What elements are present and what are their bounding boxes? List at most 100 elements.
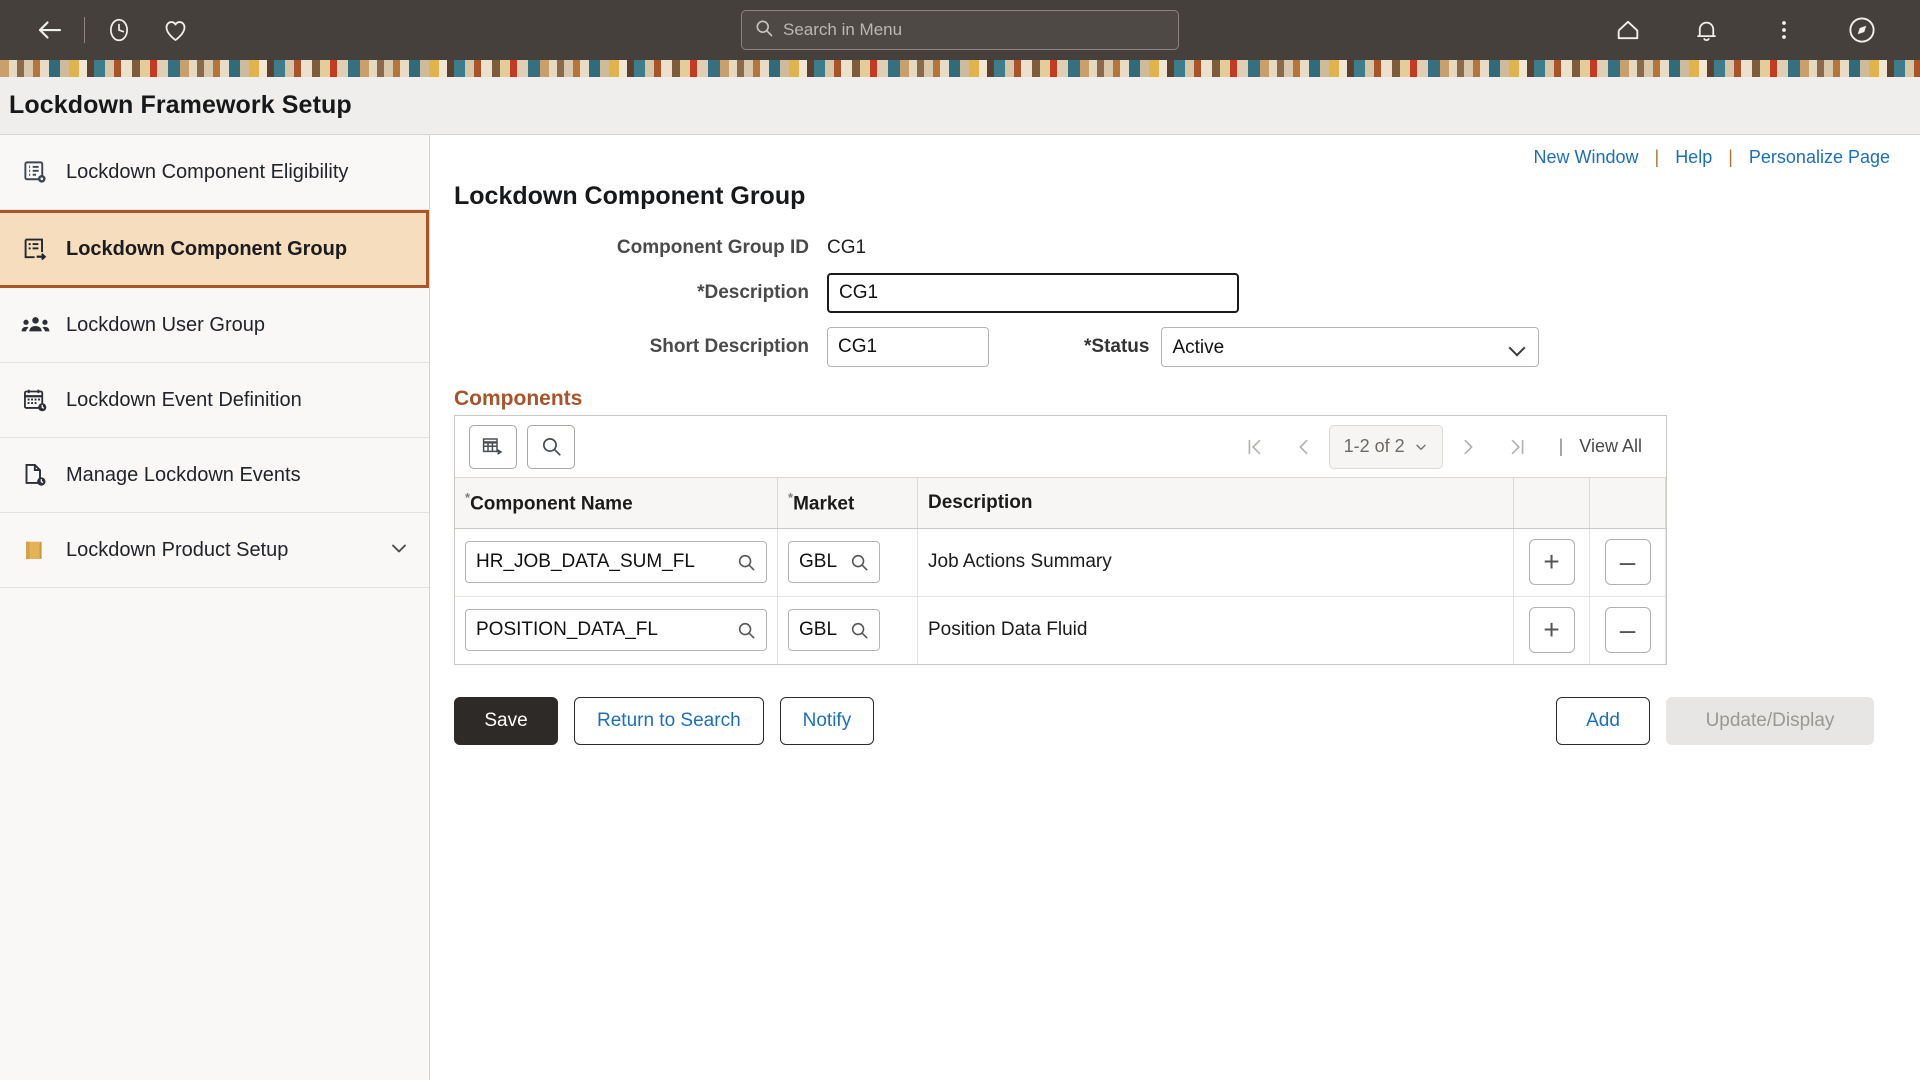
section-title: Lockdown Component Group	[454, 182, 1920, 211]
component-name-lookup[interactable]	[465, 541, 767, 583]
home-icon[interactable]	[1600, 7, 1656, 53]
pager-divider: |	[1559, 436, 1564, 457]
column-label: Market	[793, 493, 854, 514]
column-label: Description	[928, 492, 1033, 513]
sidebar-item-label: Manage Lockdown Events	[66, 464, 301, 487]
grid-caption: Components	[454, 387, 1667, 411]
main-content: New Window | Help | Personalize Page Loc…	[430, 135, 1920, 1080]
sidebar-item-label: Lockdown Component Group	[66, 238, 347, 261]
component-name-input[interactable]	[466, 619, 734, 641]
new-window-link[interactable]: New Window	[1533, 147, 1638, 168]
cell-description: Job Actions Summary	[918, 528, 1514, 596]
table-body: Job Actions Summary + –	[455, 528, 1666, 664]
cell-market	[778, 528, 918, 596]
action-button-bar: Save Return to Search Notify Add Update/…	[454, 697, 1874, 745]
last-page-icon[interactable]	[1493, 427, 1543, 467]
status-select[interactable]: ActiveInactive	[1161, 327, 1539, 367]
field-row-short-description-status: Short Description *Status ActiveInactive	[430, 327, 1920, 367]
compass-nav-icon[interactable]	[1834, 7, 1890, 53]
sidebar-item-lockdown-user-group[interactable]: Lockdown User Group	[0, 288, 429, 363]
sidebar-nav: Lockdown Component Eligibility Lockdown …	[0, 135, 430, 1080]
column-label: Component Name	[470, 493, 633, 514]
page-action-links: New Window | Help | Personalize Page	[430, 135, 1920, 168]
return-to-search-button[interactable]: Return to Search	[574, 697, 764, 745]
page-range-label: 1-2 of 2	[1344, 436, 1405, 457]
column-header-market: *Market	[778, 478, 918, 528]
header-right-controls	[1600, 7, 1898, 53]
first-page-icon[interactable]	[1229, 427, 1279, 467]
favorites-heart-icon[interactable]	[147, 7, 203, 53]
decorative-banner-strip	[0, 60, 1920, 77]
help-link[interactable]: Help	[1675, 147, 1712, 168]
field-row-description: *Description	[430, 273, 1920, 313]
sidebar-item-lockdown-product-setup[interactable]: Lockdown Product Setup	[0, 513, 429, 588]
cell-add-row: +	[1514, 528, 1590, 596]
lookup-search-icon[interactable]	[847, 620, 879, 641]
short-description-label: Short Description	[430, 336, 827, 358]
market-input[interactable]	[789, 619, 847, 641]
sidebar-item-lockdown-event-definition[interactable]: Lockdown Event Definition	[0, 363, 429, 438]
add-row-button[interactable]: +	[1529, 607, 1575, 653]
short-description-input[interactable]	[827, 327, 989, 367]
status-label: *Status	[1084, 336, 1149, 358]
chevron-down-icon[interactable]	[387, 536, 411, 565]
add-row-button[interactable]: +	[1529, 539, 1575, 585]
grid-box: 1-2 of 2	[454, 415, 1667, 665]
app-header	[0, 0, 1920, 60]
sidebar-item-label: Lockdown Component Eligibility	[66, 161, 348, 184]
remove-row-button[interactable]: –	[1605, 607, 1651, 653]
search-box[interactable]	[741, 10, 1179, 50]
table-header-row: *Component Name *Market Description	[455, 478, 1666, 528]
link-separator: |	[1655, 147, 1660, 168]
column-header-add	[1514, 478, 1590, 528]
list-arrow-icon	[18, 236, 52, 263]
link-separator: |	[1728, 147, 1733, 168]
notify-button[interactable]: Notify	[780, 697, 875, 745]
grid-find-icon[interactable]	[527, 425, 575, 469]
page-title: Lockdown Framework Setup	[9, 91, 352, 120]
cell-description: Position Data Fluid	[918, 596, 1514, 664]
form-area: Component Group ID CG1 *Description Shor…	[430, 237, 1920, 367]
search-icon	[754, 18, 774, 43]
search-input[interactable]	[783, 20, 1166, 40]
cell-remove-row: –	[1590, 528, 1666, 596]
sidebar-item-label: Lockdown Product Setup	[66, 539, 288, 562]
lookup-search-icon[interactable]	[734, 552, 766, 573]
sidebar-item-manage-lockdown-events[interactable]: Manage Lockdown Events	[0, 438, 429, 513]
chevron-down-icon	[1414, 440, 1428, 454]
cell-remove-row: –	[1590, 596, 1666, 664]
add-button[interactable]: Add	[1556, 697, 1650, 745]
table-row: Position Data Fluid + –	[455, 596, 1666, 664]
lookup-search-icon[interactable]	[847, 552, 879, 573]
component-name-lookup[interactable]	[465, 609, 767, 651]
next-page-icon[interactable]	[1443, 427, 1493, 467]
folder-icon	[18, 537, 52, 564]
column-header-description: Description	[918, 478, 1514, 528]
market-lookup[interactable]	[788, 609, 880, 651]
column-header-remove	[1590, 478, 1666, 528]
market-input[interactable]	[789, 551, 847, 573]
page-range-dropdown[interactable]: 1-2 of 2	[1329, 425, 1443, 469]
back-arrow-icon[interactable]	[22, 7, 78, 53]
status-select-wrapper: ActiveInactive	[1161, 327, 1539, 367]
cell-component-name	[455, 528, 778, 596]
cell-market	[778, 596, 918, 664]
history-clock-icon[interactable]	[91, 7, 147, 53]
sidebar-item-lockdown-component-eligibility[interactable]: Lockdown Component Eligibility	[0, 135, 429, 210]
component-name-input[interactable]	[466, 551, 734, 573]
component-group-id-value: CG1	[827, 237, 866, 259]
view-all-link[interactable]: View All	[1579, 436, 1642, 457]
kebab-menu-icon[interactable]	[1756, 7, 1812, 53]
header-divider	[84, 17, 85, 43]
cell-add-row: +	[1514, 596, 1590, 664]
remove-row-button[interactable]: –	[1605, 539, 1651, 585]
lookup-search-icon[interactable]	[734, 620, 766, 641]
grid-personalize-icon[interactable]	[469, 425, 517, 469]
personalize-page-link[interactable]: Personalize Page	[1749, 147, 1890, 168]
save-button[interactable]: Save	[454, 697, 558, 745]
previous-page-icon[interactable]	[1279, 427, 1329, 467]
market-lookup[interactable]	[788, 541, 880, 583]
description-input[interactable]	[827, 273, 1239, 313]
notification-bell-icon[interactable]	[1678, 7, 1734, 53]
sidebar-item-lockdown-component-group[interactable]: Lockdown Component Group	[0, 210, 429, 288]
